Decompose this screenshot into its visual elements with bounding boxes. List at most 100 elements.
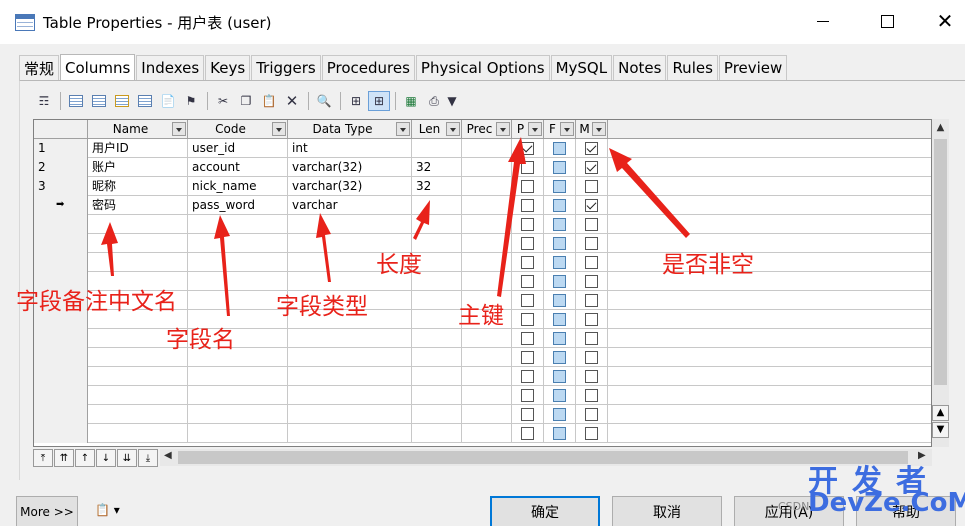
cell-type[interactable]: varchar(32) [288,177,412,196]
checkbox-m[interactable] [585,237,598,250]
copy-icon[interactable]: ❐ [235,91,257,111]
checkbox-p[interactable] [521,256,534,269]
cell-len[interactable] [412,139,462,158]
cancel-button[interactable]: 取消 [612,496,722,526]
table-row[interactable] [34,386,931,405]
cell-type[interactable] [288,329,412,348]
delete-icon[interactable]: ✕ [281,91,303,111]
cell-name[interactable] [88,424,188,443]
checkbox-f[interactable] [553,313,566,326]
filter-active-icon[interactable]: ⊞ [368,91,390,111]
cell-code[interactable] [188,405,288,424]
cell-type[interactable]: int [288,139,412,158]
checkbox-m[interactable] [585,332,598,345]
row-header[interactable]: 3 [34,177,88,196]
minimize-button[interactable] [812,10,834,32]
table-row[interactable] [34,234,931,253]
cell-type[interactable] [288,405,412,424]
tab-常规[interactable]: 常规 [19,55,60,80]
checkbox-p[interactable] [521,408,534,421]
cell-code[interactable] [188,424,288,443]
print-dropdown-icon[interactable]: ▼ [446,91,458,111]
row-header[interactable] [34,367,88,386]
cell-name[interactable] [88,386,188,405]
cell-prec[interactable] [462,386,512,405]
move-page-down-icon[interactable]: ⇊ [117,449,137,467]
cell-name[interactable]: 密码 [88,196,188,215]
cell-prec[interactable] [462,329,512,348]
cell-code[interactable]: account [188,158,288,177]
checkbox-f[interactable] [553,427,566,440]
cell-name[interactable] [88,215,188,234]
checkbox-p[interactable] [521,351,534,364]
checkbox-m[interactable] [585,427,598,440]
checkbox-m[interactable] [585,142,598,155]
cell-code[interactable]: user_id [188,139,288,158]
cell-prec[interactable] [462,234,512,253]
row-header[interactable] [34,329,88,348]
cell-type[interactable]: varchar(32) [288,158,412,177]
column-header-prec[interactable]: Prec [462,120,512,139]
cell-type[interactable] [288,367,412,386]
cell-type[interactable] [288,424,412,443]
cell-code[interactable] [188,291,288,310]
cell-code[interactable]: pass_word [188,196,288,215]
move-up-icon[interactable]: ↑ [75,449,95,467]
column-header-p[interactable]: P [512,120,544,139]
cell-len[interactable]: 32 [412,177,462,196]
checkbox-m[interactable] [585,370,598,383]
tab-preview[interactable]: Preview [718,55,788,80]
checkbox-f[interactable] [553,408,566,421]
tab-physical-options[interactable]: Physical Options [415,55,550,80]
tab-columns[interactable]: Columns [60,54,136,80]
table-row[interactable]: 2 账户 account varchar(32) 32 [34,158,931,177]
print-icon[interactable]: ⎙ [423,91,445,111]
properties-icon[interactable]: ☶ [33,91,55,111]
checkbox-p[interactable] [521,237,534,250]
cell-name[interactable]: 昵称 [88,177,188,196]
cell-prec[interactable] [462,253,512,272]
checkbox-m[interactable] [585,389,598,402]
tab-keys[interactable]: Keys [205,55,251,80]
checkbox-p[interactable] [521,218,534,231]
checkbox-f[interactable] [553,180,566,193]
tab-procedures[interactable]: Procedures [321,55,415,80]
checkbox-p[interactable] [521,427,534,440]
column-header-data-type[interactable]: Data Type [288,120,412,139]
checkbox-m[interactable] [585,408,598,421]
filter-icon[interactable]: ⊞ [345,91,367,111]
cell-len[interactable] [412,329,462,348]
checkbox-f[interactable] [553,389,566,402]
cell-code[interactable] [188,234,288,253]
checkbox-m[interactable] [585,161,598,174]
cell-prec[interactable] [462,348,512,367]
scroll-left-icon[interactable]: ◀ [164,450,172,461]
scroll-top-icon[interactable]: ▲ [932,405,949,421]
row-header[interactable] [34,405,88,424]
vertical-scrollbar[interactable]: ▲ ▲ ▼ [932,119,949,447]
table-row[interactable]: 1 用户ID user_id int [34,139,931,158]
domain-icon[interactable]: 📄 [157,91,179,111]
checkbox-m[interactable] [585,294,598,307]
cell-len[interactable]: 32 [412,158,462,177]
chevron-down-icon[interactable] [528,122,542,136]
cell-name[interactable]: 账户 [88,158,188,177]
checkbox-f[interactable] [553,294,566,307]
cell-name[interactable] [88,367,188,386]
checkbox-f[interactable] [553,351,566,364]
checkbox-m[interactable] [585,256,598,269]
cut-icon[interactable]: ✂ [212,91,234,111]
scroll-thumb[interactable] [934,139,947,385]
table-row[interactable] [34,215,931,234]
cell-prec[interactable] [462,158,512,177]
row-header[interactable] [34,234,88,253]
more-button[interactable]: More >> [16,496,78,526]
close-button[interactable]: ✕ [934,9,956,33]
chevron-down-icon[interactable] [396,122,410,136]
cell-len[interactable] [412,367,462,386]
tab-mysql[interactable]: MySQL [550,55,613,80]
checkbox-p[interactable] [521,370,534,383]
checkbox-p[interactable] [521,142,534,155]
chevron-down-icon[interactable] [446,122,460,136]
checkbox-f[interactable] [553,142,566,155]
